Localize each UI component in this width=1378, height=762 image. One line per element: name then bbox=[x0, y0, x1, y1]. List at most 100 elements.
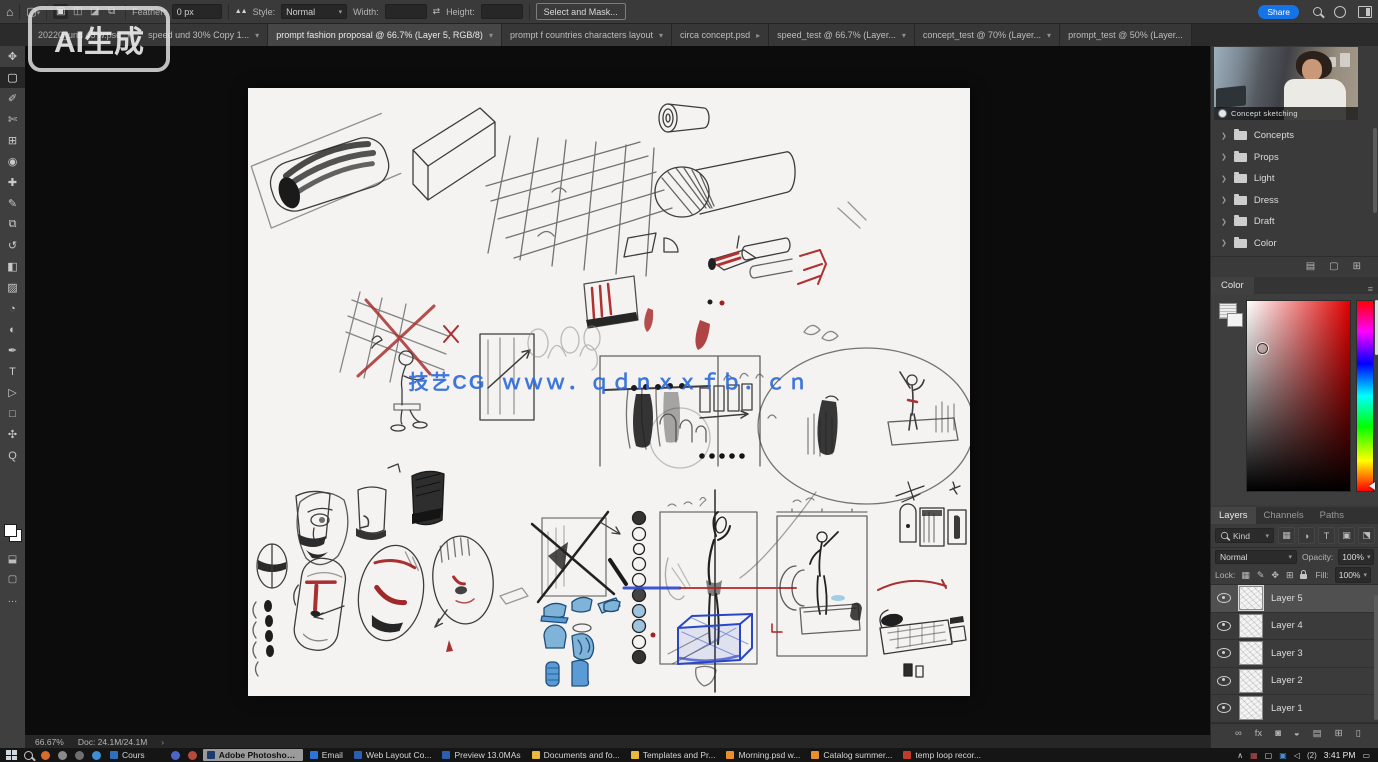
crop-tool[interactable]: ⊞ bbox=[0, 130, 25, 151]
chevron-right-icon[interactable]: ❯ bbox=[1221, 175, 1227, 183]
blend-mode-dropdown[interactable]: Normal ▾ bbox=[1215, 550, 1297, 564]
eraser-tool[interactable]: ◧ bbox=[0, 256, 25, 277]
visibility-eye-icon[interactable] bbox=[1217, 703, 1231, 713]
chevron-down-icon[interactable]: ▾ bbox=[255, 31, 259, 40]
color-picker-cursor[interactable] bbox=[1257, 343, 1268, 354]
task-morning-psd[interactable]: Morning.psd w... bbox=[722, 749, 804, 761]
home-icon[interactable]: ⌂ bbox=[6, 5, 13, 19]
chevron-right-icon[interactable]: ❯ bbox=[1221, 196, 1227, 204]
browser-icon[interactable] bbox=[38, 749, 52, 761]
layer-thumbnail[interactable] bbox=[1239, 641, 1263, 665]
link-layers-icon[interactable]: ∞ bbox=[1235, 728, 1242, 739]
path-selection-tool[interactable]: ▷ bbox=[0, 382, 25, 403]
taskbar-search-button[interactable] bbox=[21, 749, 35, 761]
chevron-right-icon[interactable]: ❯ bbox=[1221, 132, 1227, 140]
select-and-mask-button[interactable]: Select and Mask... bbox=[536, 3, 626, 20]
app-circle-icon[interactable] bbox=[55, 749, 69, 761]
antialias-icon[interactable]: ▲▲ bbox=[235, 8, 247, 15]
adjustment-layer-icon[interactable]: ◒ bbox=[1294, 728, 1300, 739]
globe-app-icon[interactable] bbox=[89, 749, 103, 761]
brush-tool[interactable]: ✎ bbox=[0, 193, 25, 214]
groups-scrollbar[interactable] bbox=[1373, 128, 1377, 213]
layer-row[interactable]: Layer 3 bbox=[1211, 640, 1378, 668]
pen-tool[interactable]: ✒ bbox=[0, 340, 25, 361]
grid-view-icon[interactable]: ▢ bbox=[1329, 261, 1338, 272]
quick-selection-tool[interactable]: ✄ bbox=[0, 109, 25, 130]
feather-input[interactable]: 0 px bbox=[172, 4, 222, 19]
filter-kind-dropdown[interactable]: Kind ▾ bbox=[1215, 528, 1274, 543]
document-tab[interactable]: speed_test @ 66.7% (Layer...▾ bbox=[769, 24, 915, 46]
chevron-down-icon[interactable]: ▾ bbox=[1047, 31, 1051, 40]
document-tab[interactable]: prompt_test @ 50% (Layer... bbox=[1060, 24, 1192, 46]
marquee-tool[interactable]: ▢ bbox=[0, 67, 25, 88]
teams-icon[interactable] bbox=[169, 749, 183, 761]
dodge-tool[interactable]: ◐ bbox=[0, 319, 25, 340]
task-email[interactable]: Email bbox=[306, 749, 347, 761]
hand-tool[interactable]: ✣ bbox=[0, 424, 25, 445]
layer-effects-icon[interactable]: fx bbox=[1255, 728, 1262, 739]
layer-mask-icon[interactable]: ◙ bbox=[1275, 728, 1281, 739]
quick-mask-icon[interactable]: ⬓ bbox=[0, 554, 25, 565]
layer-thumbnail[interactable] bbox=[1239, 696, 1263, 720]
layer-row[interactable]: Layer 5 bbox=[1211, 585, 1378, 613]
chevron-right-icon[interactable]: ❯ bbox=[1221, 153, 1227, 161]
new-group-icon[interactable]: ▤ bbox=[1306, 261, 1315, 272]
task-web-layout[interactable]: Web Layout Co... bbox=[350, 749, 436, 761]
layer-row[interactable]: Layer 1 bbox=[1211, 695, 1378, 723]
opacity-input[interactable]: 100% ▾ bbox=[1338, 549, 1374, 565]
group-row-props[interactable]: ❯Props bbox=[1211, 147, 1378, 169]
hue-slider-handle[interactable] bbox=[1369, 482, 1375, 490]
shape-tool[interactable]: □ bbox=[0, 403, 25, 424]
filter-smart-object-icon[interactable]: ⬔ bbox=[1358, 527, 1375, 544]
tab-paths[interactable]: Paths bbox=[1312, 507, 1352, 524]
history-brush-tool[interactable]: ↺ bbox=[0, 235, 25, 256]
clock[interactable]: 3:41 PM bbox=[1324, 750, 1356, 760]
layer-row[interactable]: Layer 4 bbox=[1211, 613, 1378, 641]
lock-all-icon[interactable] bbox=[1300, 574, 1307, 579]
volume-icon[interactable]: ◁ bbox=[1294, 751, 1300, 760]
panel-menu-icon[interactable]: ≡ bbox=[1368, 284, 1373, 294]
tray-window-icon[interactable]: ▢ bbox=[1265, 751, 1273, 760]
tab-color[interactable]: Color bbox=[1211, 277, 1254, 294]
task-documents-folder[interactable]: Documents and fo... bbox=[528, 749, 624, 761]
app-ring-icon[interactable] bbox=[72, 749, 86, 761]
filter-adjustment-icon[interactable]: ◑ bbox=[1298, 527, 1315, 544]
chevron-down-icon[interactable]: ▾ bbox=[659, 31, 663, 40]
task-preview[interactable]: Preview 13.0MAs bbox=[438, 749, 524, 761]
lock-position-icon[interactable]: ✥ bbox=[1271, 570, 1279, 581]
group-row-concepts[interactable]: ❯Concepts bbox=[1211, 125, 1378, 147]
layer-group-icon[interactable]: ▤ bbox=[1313, 728, 1322, 739]
gradient-tool[interactable]: ▨ bbox=[0, 277, 25, 298]
group-row-light[interactable]: ❯Light bbox=[1211, 168, 1378, 190]
chevron-down-icon[interactable]: ▾ bbox=[489, 31, 493, 40]
tab-layers[interactable]: Layers bbox=[1211, 507, 1256, 524]
tray-expand-icon[interactable]: ∧ bbox=[1237, 751, 1243, 760]
group-row-dress[interactable]: ❯Dress bbox=[1211, 190, 1378, 212]
task-photoshop[interactable]: Adobe Photoshop... bbox=[203, 749, 303, 761]
layer-thumbnail[interactable] bbox=[1239, 586, 1263, 610]
healing-brush-tool[interactable]: ✚ bbox=[0, 172, 25, 193]
lock-pixels-icon[interactable]: ✎ bbox=[1257, 570, 1265, 581]
document-tab[interactable]: prompt f countries characters layout▾ bbox=[502, 24, 672, 46]
chevron-right-icon[interactable]: ❯ bbox=[1221, 239, 1227, 247]
group-row-draft[interactable]: ❯Draft bbox=[1211, 211, 1378, 233]
foreground-color-swatch[interactable] bbox=[4, 524, 17, 537]
notification-center-icon[interactable]: ▭ bbox=[1362, 751, 1370, 760]
lock-artboard-icon[interactable]: ⊞ bbox=[1286, 570, 1294, 581]
clone-stamp-tool[interactable]: ⧉ bbox=[0, 214, 25, 235]
workspace-icon[interactable] bbox=[1358, 6, 1372, 18]
delete-layer-icon[interactable]: ▯ bbox=[1356, 728, 1361, 739]
chevron-down-icon[interactable]: ▸ bbox=[756, 31, 760, 40]
task-catalog[interactable]: Catalog summer... bbox=[807, 749, 896, 761]
search-icon[interactable] bbox=[1313, 7, 1322, 16]
task-templates-folder[interactable]: Templates and Pr... bbox=[627, 749, 720, 761]
group-row-color[interactable]: ❯Color bbox=[1211, 233, 1378, 255]
layer-row[interactable]: Layer 2 bbox=[1211, 668, 1378, 696]
tray-count-badge[interactable]: (2) bbox=[1307, 751, 1317, 760]
document-tab[interactable]: prompt fashion proposal @ 66.7% (Layer 5… bbox=[268, 24, 502, 46]
filter-shape-icon[interactable]: ▣ bbox=[1338, 527, 1355, 544]
visibility-eye-icon[interactable] bbox=[1217, 648, 1231, 658]
zoom-level[interactable]: 66.67% bbox=[35, 737, 64, 747]
start-button[interactable] bbox=[4, 749, 18, 761]
chevron-down-icon[interactable]: ▾ bbox=[902, 31, 906, 40]
